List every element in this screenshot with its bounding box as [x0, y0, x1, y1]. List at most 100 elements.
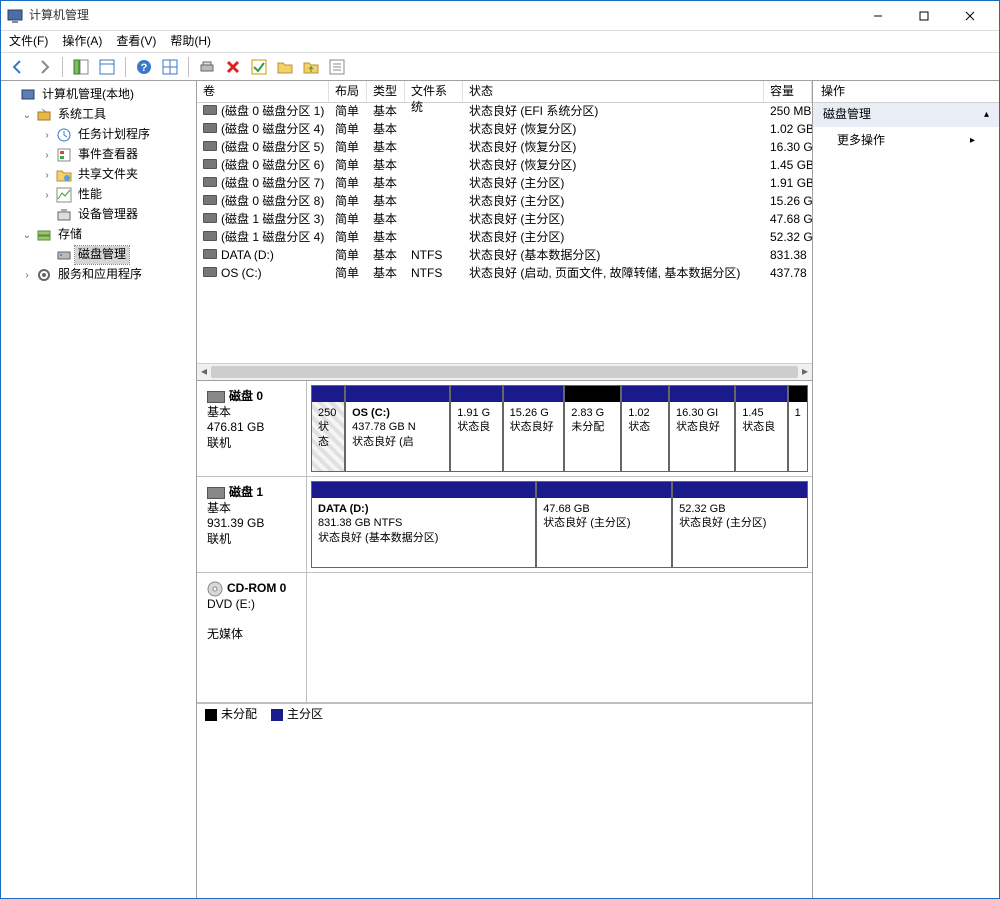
col-layout[interactable]: 布局: [329, 81, 367, 102]
chevron-right-icon: ▸: [970, 134, 975, 147]
folder-up-button[interactable]: [300, 56, 322, 78]
close-button[interactable]: [947, 1, 993, 31]
menu-file[interactable]: 文件(F): [9, 34, 48, 50]
col-type[interactable]: 类型: [367, 81, 405, 102]
menu-action[interactable]: 操作(A): [62, 34, 102, 50]
check-button[interactable]: [248, 56, 270, 78]
partition[interactable]: 15.26 G状态良好: [503, 385, 565, 472]
tree-device-manager[interactable]: 设备管理器: [1, 205, 196, 225]
tree-system-tools[interactable]: ⌄系统工具: [1, 105, 196, 125]
settings-view-button[interactable]: [326, 56, 348, 78]
collapse-icon: ▴: [984, 108, 989, 121]
folder-button[interactable]: [274, 56, 296, 78]
tree-event-viewer[interactable]: ›事件查看器: [1, 145, 196, 165]
col-filesystem[interactable]: 文件系统: [405, 81, 463, 102]
actions-header: 操作: [813, 81, 999, 103]
show-hide-action-button[interactable]: [96, 56, 118, 78]
maximize-button[interactable]: [901, 1, 947, 31]
volume-icon: [203, 249, 217, 259]
volume-icon: [203, 195, 217, 205]
volume-row[interactable]: (磁盘 0 磁盘分区 4)简单基本状态良好 (恢复分区)1.02 GB: [197, 121, 812, 139]
volume-row[interactable]: (磁盘 1 磁盘分区 4)简单基本状态良好 (主分区)52.32 G: [197, 229, 812, 247]
volume-row[interactable]: (磁盘 0 磁盘分区 8)简单基本状态良好 (主分区)15.26 G: [197, 193, 812, 211]
cdrom-row[interactable]: CD-ROM 0 DVD (E:) 无媒体: [197, 573, 812, 703]
volume-row[interactable]: (磁盘 0 磁盘分区 1)简单基本状态良好 (EFI 系统分区)250 MB: [197, 103, 812, 121]
help-button[interactable]: ?: [133, 56, 155, 78]
volume-row[interactable]: (磁盘 0 磁盘分区 5)简单基本状态良好 (恢复分区)16.30 GB: [197, 139, 812, 157]
view-list-button[interactable]: [159, 56, 181, 78]
volume-row[interactable]: (磁盘 0 磁盘分区 7)简单基本状态良好 (主分区)1.91 GB: [197, 175, 812, 193]
delete-button[interactable]: [222, 56, 244, 78]
disk-label: 磁盘 1基本931.39 GB联机: [197, 477, 307, 572]
partition[interactable]: 47.68 GB状态良好 (主分区): [536, 481, 672, 568]
legend-unallocated: 未分配: [205, 707, 257, 723]
window-title: 计算机管理: [29, 8, 855, 24]
tree-services-apps[interactable]: ›服务和应用程序: [1, 265, 196, 285]
partition[interactable]: 1.91 G状态良: [450, 385, 502, 472]
actions-more[interactable]: 更多操作▸: [813, 127, 999, 155]
actions-section[interactable]: 磁盘管理▴: [813, 103, 999, 127]
volume-icon: [203, 177, 217, 187]
tree-performance[interactable]: ›性能: [1, 185, 196, 205]
legend-primary: 主分区: [271, 707, 323, 723]
partition[interactable]: 1: [788, 385, 808, 472]
refresh-button[interactable]: [196, 56, 218, 78]
disk-label: 磁盘 0基本476.81 GB联机: [197, 381, 307, 476]
disk-row[interactable]: 磁盘 1基本931.39 GB联机DATA (D:)831.38 GB NTFS…: [197, 477, 812, 573]
col-status[interactable]: 状态: [463, 81, 764, 102]
volume-list[interactable]: 卷 布局 类型 文件系统 状态 容量 (磁盘 0 磁盘分区 1)简单基本状态良好…: [197, 81, 812, 381]
volume-icon: [203, 231, 217, 241]
show-hide-tree-button[interactable]: [70, 56, 92, 78]
tree-task-scheduler[interactable]: ›任务计划程序: [1, 125, 196, 145]
volume-icon: [203, 105, 217, 115]
volume-icon: [203, 141, 217, 151]
legend: 未分配 主分区: [197, 703, 812, 725]
volume-header: 卷 布局 类型 文件系统 状态 容量: [197, 81, 812, 103]
disk-icon: [207, 487, 225, 499]
scroll-left-icon[interactable]: ◂: [197, 364, 211, 380]
title-bar: 计算机管理: [1, 1, 999, 31]
tree-disk-management[interactable]: 磁盘管理: [1, 245, 196, 265]
col-capacity[interactable]: 容量: [764, 81, 812, 102]
app-icon: [7, 8, 23, 24]
partition[interactable]: 16.30 GI状态良好: [669, 385, 735, 472]
partition[interactable]: 2.83 G未分配: [564, 385, 621, 472]
partition[interactable]: 250状态: [311, 385, 345, 472]
disk-row[interactable]: 磁盘 0基本476.81 GB联机250状态OS (C:)437.78 GB N…: [197, 381, 812, 477]
partition[interactable]: 52.32 GB状态良好 (主分区): [672, 481, 808, 568]
forward-button[interactable]: [33, 56, 55, 78]
tree-shared-folders[interactable]: ›共享文件夹: [1, 165, 196, 185]
volume-row[interactable]: DATA (D:)简单基本NTFS状态良好 (基本数据分区)831.38: [197, 247, 812, 265]
menu-bar: 文件(F) 操作(A) 查看(V) 帮助(H): [1, 31, 999, 53]
col-volume[interactable]: 卷: [197, 81, 329, 102]
back-button[interactable]: [7, 56, 29, 78]
partition[interactable]: OS (C:)437.78 GB N状态良好 (启: [345, 385, 450, 472]
disk-partitions: DATA (D:)831.38 GB NTFS状态良好 (基本数据分区)47.6…: [307, 477, 812, 572]
toolbar: ?: [1, 53, 999, 81]
volume-icon: [203, 213, 217, 223]
volume-row[interactable]: OS (C:)简单基本NTFS状态良好 (启动, 页面文件, 故障转储, 基本数…: [197, 265, 812, 283]
tree-root[interactable]: 计算机管理(本地): [1, 85, 196, 105]
disk-map-pane: 磁盘 0基本476.81 GB联机250状态OS (C:)437.78 GB N…: [197, 381, 812, 898]
partition[interactable]: 1.45状态良: [735, 385, 787, 472]
volume-icon: [203, 123, 217, 133]
minimize-button[interactable]: [855, 1, 901, 31]
scroll-thumb[interactable]: [211, 366, 798, 378]
volume-row[interactable]: (磁盘 1 磁盘分区 3)简单基本状态良好 (主分区)47.68 G: [197, 211, 812, 229]
scroll-right-icon[interactable]: ▸: [798, 364, 812, 380]
menu-view[interactable]: 查看(V): [116, 34, 156, 50]
volume-row[interactable]: (磁盘 0 磁盘分区 6)简单基本状态良好 (恢复分区)1.45 GB: [197, 157, 812, 175]
menu-help[interactable]: 帮助(H): [170, 34, 211, 50]
partition[interactable]: DATA (D:)831.38 GB NTFS状态良好 (基本数据分区): [311, 481, 536, 568]
cdrom-label: CD-ROM 0 DVD (E:) 无媒体: [197, 573, 307, 702]
disk-icon: [207, 391, 225, 403]
cdrom-status: 无媒体: [207, 627, 296, 643]
disk-partitions: 250状态OS (C:)437.78 GB N状态良好 (启1.91 G状态良1…: [307, 381, 812, 476]
volume-hscrollbar[interactable]: ◂ ▸: [197, 363, 812, 380]
tree-storage[interactable]: ⌄存储: [1, 225, 196, 245]
actions-pane: 操作 磁盘管理▴ 更多操作▸: [813, 81, 999, 898]
app-window: 计算机管理 文件(F) 操作(A) 查看(V) 帮助(H) ? 计算机管理(本地: [0, 0, 1000, 899]
partition[interactable]: 1.02状态: [621, 385, 669, 472]
svg-text:?: ?: [141, 62, 148, 74]
nav-tree[interactable]: 计算机管理(本地) ⌄系统工具 ›任务计划程序 ›事件查看器 ›共享文件夹 ›性…: [1, 81, 197, 898]
